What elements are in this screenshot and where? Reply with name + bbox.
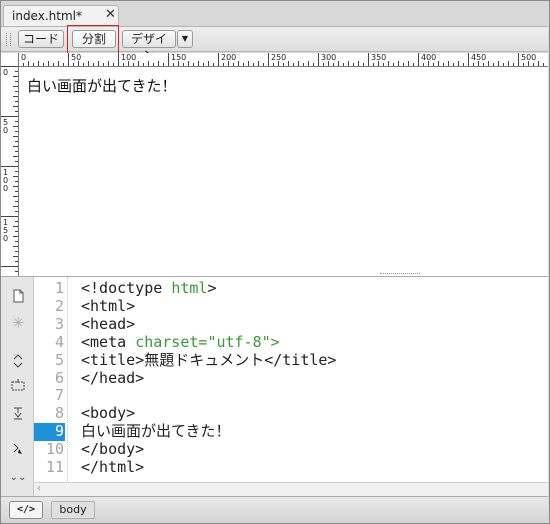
ruler-label: 100 [121,53,137,62]
split-highlight-box [67,25,119,55]
ruler-label: 150 [171,53,187,62]
ruler-label: 50 [71,53,82,62]
code-text: > [207,279,217,297]
ruler-label: 500 [521,53,537,62]
line-number[interactable]: 8 [34,405,64,422]
code-line[interactable]: <body> [81,405,135,422]
gutter-divider [67,277,69,483]
code-text: <body> [81,404,136,423]
close-icon[interactable]: ✕ [105,7,116,22]
ruler-label: 150 [3,218,9,243]
document-tab[interactable]: index.html* ✕ [3,5,119,27]
code-text: </body> [81,440,145,459]
design-view-button[interactable]: デザイン [122,30,176,62]
line-number[interactable]: 10 [34,441,64,458]
balance-braces-icon[interactable] [9,405,27,421]
code-line[interactable]: </html> [81,459,144,476]
more-icon[interactable]: ⌄⌄ [9,470,27,486]
ruler-label: 0 [21,53,27,62]
open-documents-icon[interactable] [9,289,27,305]
code-line[interactable]: </head> [81,368,145,387]
code-line[interactable]: 白い画面が出てきた！ [81,423,231,440]
ruler-label: 100 [3,168,9,193]
vertical-ruler: 0 50 100 150 [1,53,19,276]
code-text: <meta [81,332,136,351]
ruler-label: 400 [421,53,437,62]
code-text: "utf-8"> [207,332,280,351]
line-number[interactable]: 4 [34,333,64,351]
design-content-text[interactable]: 白い画面が出てきた！ [27,75,177,96]
ruler-label: 50 [3,118,9,135]
line-number[interactable]: 7 [34,387,64,404]
coding-toolbar: ✳ ⌄⌄ [1,277,34,496]
code-line[interactable]: <!doctype html> [81,280,216,297]
line-number[interactable]: 6 [34,369,64,387]
code-line[interactable]: <title>無題ドキュメント</title> [81,350,337,369]
scroll-left-icon[interactable]: ‹ [37,483,41,494]
code-line[interactable]: <meta charset="utf-8"> [81,332,280,351]
code-text: </html> [81,458,145,476]
line-number[interactable]: 9 [34,423,64,440]
ruler-label: 200 [221,53,237,62]
horizontal-scrollbar[interactable]: ‹ [34,482,548,497]
code-line[interactable]: </body> [81,441,144,458]
ruler-label: 250 [271,53,287,62]
collapse-icon[interactable] [9,441,27,457]
code-attribute: charset= [135,332,208,351]
line-number[interactable]: 3 [34,315,64,333]
ruler-label: 300 [321,53,337,62]
document-tab-title: index.html* [12,9,82,23]
line-number[interactable]: 5 [34,351,64,369]
design-view[interactable]: 0 50 100 150 200 250 300 350 400 450 500… [1,53,548,277]
line-number[interactable]: 2 [34,297,64,315]
line-number[interactable]: 11 [34,459,64,476]
ruler-label: 450 [471,53,487,62]
toolbar-grip[interactable] [6,33,11,46]
horizontal-ruler: 0 50 100 150 200 250 300 350 400 450 500 [18,53,548,67]
code-view[interactable]: ✳ ⌄⌄ 1 2 3 4 5 6 7 8 9 10 11 <!doctype html> <html>… [1,277,548,497]
code-tag-icon[interactable]: </> [9,501,43,519]
ruler-label: 350 [371,53,387,62]
code-line[interactable]: <head> [81,314,136,333]
tag-breadcrumb-body[interactable]: body [51,501,95,519]
select-parent-icon[interactable] [9,379,27,395]
tag-selector-bar: </> body [1,496,548,523]
chevron-down-icon[interactable]: ▼ [177,30,193,48]
expand-icon[interactable] [9,354,27,370]
asterisk-icon[interactable]: ✳ [9,315,27,331]
code-text: <html> [81,296,136,315]
code-text: <!doctype [81,279,172,297]
code-text: <head> [81,314,136,333]
code-text: <title>無題ドキュメント</title> [81,350,337,369]
code-attribute: html [171,279,208,297]
line-number[interactable]: 1 [34,280,64,297]
code-text: </head> [81,368,145,387]
code-line[interactable]: <html> [81,296,136,315]
code-view-button[interactable]: コード [18,30,64,48]
ruler-label: 0 [3,68,9,77]
code-text: 白い画面が出てきた！ [81,422,231,441]
